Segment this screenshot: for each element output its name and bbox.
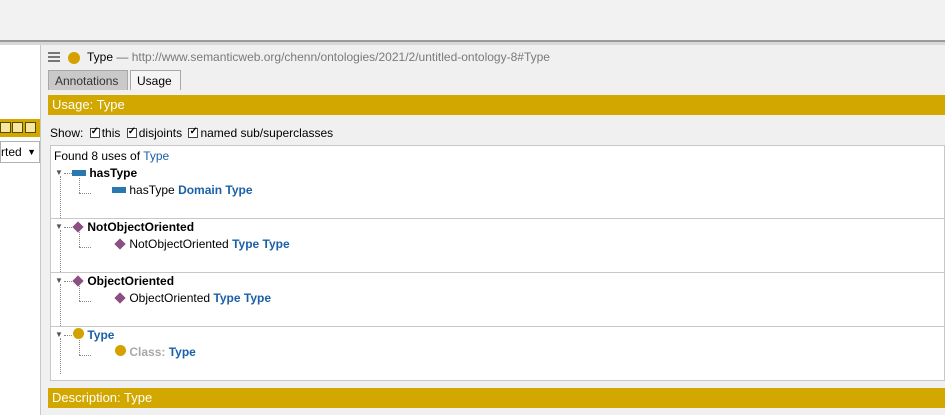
panel-minimize-icon[interactable] [0, 122, 11, 133]
group-label: hasType [89, 166, 138, 180]
view-menu-icon[interactable] [48, 52, 60, 62]
group-label: Type [87, 328, 115, 342]
description-header-bar: Description: Type [48, 388, 945, 408]
left-panel-dropdown-value: rted [1, 145, 22, 159]
expand-triangle-icon[interactable]: ▼ [55, 222, 63, 231]
class-icon [115, 345, 126, 356]
left-panel-dropdown[interactable]: rted ▼ [0, 141, 40, 163]
individual-icon [114, 292, 126, 304]
top-divider-light [0, 42, 945, 45]
description-header-title: Description: Type [52, 390, 153, 405]
axiom-row[interactable]: NotObjectOriented Type Type [114, 237, 290, 251]
tab-annotations[interactable]: Annotations [48, 70, 128, 90]
named-subsuperclasses-label: named sub/superclasses [200, 126, 334, 140]
show-options: Show: this disjoints named sub/superclas… [50, 126, 333, 140]
entity-name: Type [87, 50, 114, 64]
axiom-subject: ObjectOriented [129, 291, 211, 305]
left-panel: rted ▼ [0, 45, 41, 415]
show-label: Show: [50, 126, 84, 140]
group-label: ObjectOriented [87, 274, 175, 288]
tab-usage[interactable]: Usage [130, 70, 181, 90]
found-entity-link[interactable]: Type [143, 149, 169, 163]
axiom-subject: Class: [129, 345, 166, 359]
class-icon [73, 328, 84, 339]
axiom-row[interactable]: ObjectOriented Type Type [114, 291, 271, 305]
group-node[interactable]: NotObjectOriented [72, 220, 195, 234]
usage-header-bar: Usage: Type [48, 95, 945, 115]
group-node[interactable]: hasType [72, 166, 137, 180]
axiom-subject: hasType [129, 183, 175, 197]
axiom-row[interactable]: hasType Domain Type [112, 183, 253, 197]
individual-icon [114, 238, 126, 250]
individual-icon [72, 275, 84, 287]
individual-icon [72, 221, 84, 233]
found-prefix: Found 8 uses of [54, 149, 141, 163]
this-checkbox[interactable] [89, 126, 100, 138]
disjoints-checkbox[interactable] [126, 126, 137, 138]
panel-maximize-icon[interactable] [12, 122, 23, 133]
usage-group: ▼ hasType hasType Domain Type [51, 164, 944, 218]
group-label: NotObjectOriented [87, 220, 195, 234]
expand-triangle-icon[interactable]: ▼ [55, 330, 63, 339]
named-subsuperclasses-checkbox[interactable] [188, 126, 199, 138]
class-icon [68, 52, 80, 64]
usage-group: ▼ Type Class: Type [51, 326, 944, 380]
usage-results-list: Found 8 uses of Type ▼ hasType hasType D… [50, 145, 945, 381]
axiom-keyword: Domain [178, 183, 223, 197]
axiom-object-link[interactable]: Type [169, 345, 196, 359]
panel-close-icon[interactable] [25, 122, 36, 133]
axiom-object-link[interactable]: Type [225, 183, 252, 197]
axiom-row[interactable]: Class: Type [115, 345, 196, 359]
page-title: Type — http://www.semanticweb.org/chenn/… [87, 50, 550, 64]
this-label: this [101, 126, 121, 140]
group-node[interactable]: ObjectOriented [72, 274, 175, 288]
axiom-object-link[interactable]: Type [244, 291, 271, 305]
object-property-icon [112, 187, 126, 193]
expand-triangle-icon[interactable]: ▼ [55, 276, 63, 285]
expand-triangle-icon[interactable]: ▼ [55, 168, 63, 177]
usage-group: ▼ NotObjectOriented NotObjectOriented Ty… [51, 218, 944, 272]
disjoints-label: disjoints [138, 126, 183, 140]
object-property-icon [72, 170, 86, 176]
top-toolbar-area [0, 0, 945, 40]
axiom-object-link[interactable]: Type [263, 237, 290, 251]
axiom-keyword: Type [232, 237, 260, 251]
axiom-subject: NotObjectOriented [129, 237, 229, 251]
chevron-down-icon: ▼ [27, 147, 36, 157]
found-summary: Found 8 uses of Type [54, 149, 169, 163]
usage-group: ▼ ObjectOriented ObjectOriented Type Typ… [51, 272, 944, 326]
axiom-keyword: Type [213, 291, 241, 305]
title-separator: — [116, 50, 129, 64]
usage-header-title: Usage: Type [52, 97, 125, 112]
entity-iri: http://www.semanticweb.org/chenn/ontolog… [131, 50, 550, 64]
